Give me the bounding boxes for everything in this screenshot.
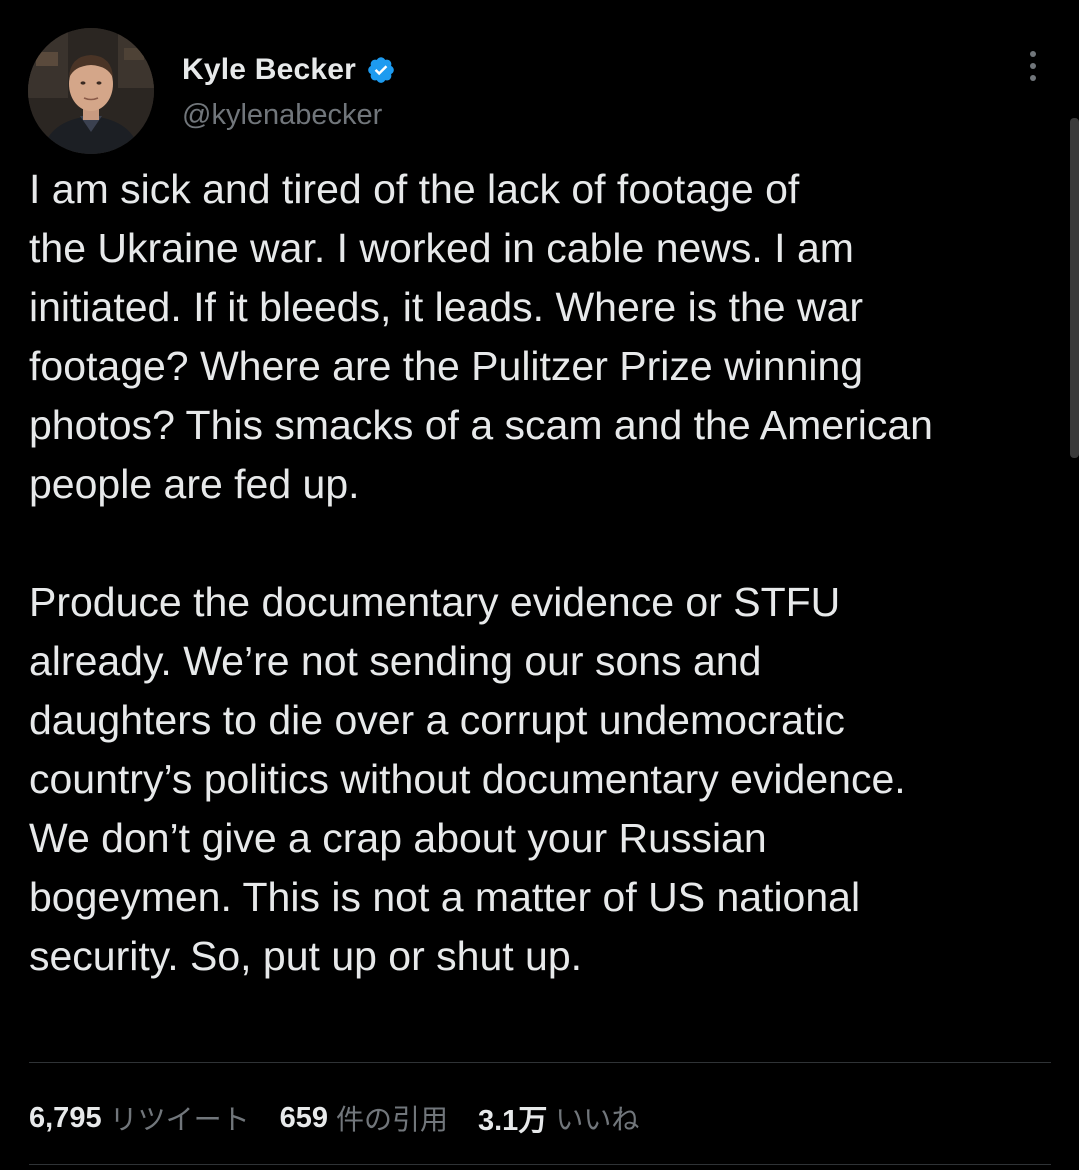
tweet-line: footage? Where are the Pulitzer Prize wi… <box>29 343 864 389</box>
author-name-row[interactable]: Kyle Becker <box>182 50 396 90</box>
tweet-line: Produce the documentary evidence or STFU <box>29 579 841 625</box>
tweet-line: the Ukraine war. I worked in cable news.… <box>29 225 854 271</box>
quotes-label: 件の引用 <box>335 1103 448 1136</box>
tweet-line: daughters to die over a corrupt undemocr… <box>29 697 845 743</box>
tweet-line: We don’t give a crap about your Russian <box>29 815 767 861</box>
likes-count: 3.1万 <box>478 1105 548 1137</box>
likes-label: いいね <box>555 1103 640 1136</box>
scrollbar[interactable] <box>1070 118 1079 458</box>
verified-badge-icon <box>366 55 396 85</box>
engagement-stats: 6,795 リツイート 659 件の引用 3.1万 いいね <box>29 1096 669 1140</box>
tweet-card: Kyle Becker @kylenabecker I am sick and … <box>0 0 1079 1170</box>
quotes-stat[interactable]: 659 件の引用 <box>280 1098 448 1138</box>
tweet-line: security. So, put up or shut up. <box>29 933 583 979</box>
tweet-line: photos? This smacks of a scam and the Am… <box>29 402 933 448</box>
retweets-label: リツイート <box>109 1103 250 1136</box>
author-avatar[interactable] <box>28 28 154 154</box>
likes-stat[interactable]: 3.1万 いいね <box>478 1097 639 1139</box>
author-handle[interactable]: @kylenabecker <box>182 99 382 132</box>
person-avatar-icon <box>28 28 154 154</box>
divider <box>29 1062 1051 1063</box>
divider-bottom <box>29 1164 1051 1165</box>
author-name[interactable]: Kyle Becker <box>182 53 356 87</box>
tweet-text: I am sick and tired of the lack of foota… <box>29 160 1059 986</box>
quotes-count: 659 <box>279 1101 328 1134</box>
retweets-count: 6,795 <box>29 1101 102 1134</box>
tweet-line: initiated. If it bleeds, it leads. Where… <box>29 284 864 330</box>
more-vertical-icon[interactable] <box>1016 46 1050 86</box>
tweet-line: I am sick and tired of the lack of foota… <box>29 166 800 212</box>
tweet-line: country’s politics without documentary e… <box>29 756 906 802</box>
tweet-line: bogeymen. This is not a matter of US nat… <box>29 874 861 920</box>
retweets-stat[interactable]: 6,795 リツイート <box>29 1098 250 1138</box>
tweet-line: people are fed up. <box>29 461 360 507</box>
tweet-line: already. We’re not sending our sons and <box>29 638 762 684</box>
